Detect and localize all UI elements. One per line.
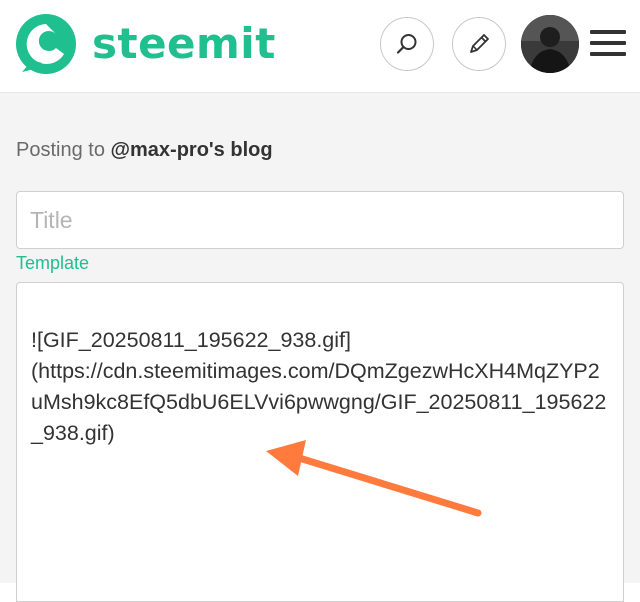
menu-bar [590, 41, 626, 45]
brand-logo[interactable]: steemit [14, 12, 276, 76]
posting-prefix: Posting to [16, 139, 111, 161]
menu-bar [590, 52, 626, 56]
search-button[interactable] [380, 17, 434, 71]
steemit-logo-icon [16, 14, 76, 74]
hamburger-menu-icon[interactable] [590, 30, 626, 58]
title-input[interactable] [16, 191, 624, 249]
avatar-photo [521, 15, 579, 73]
blog-name: @max-pro's blog [110, 139, 273, 161]
search-icon [396, 34, 417, 54]
brand-wordmark: steemit [92, 19, 276, 68]
top-nav-bar: steemit [0, 0, 640, 93]
post-editor-panel: Posting to @max-pro's blog Template ![GI… [0, 93, 640, 602]
menu-bar [590, 30, 626, 34]
body-textarea[interactable]: ![GIF_20250811_195622_938.gif] (https://… [16, 282, 624, 602]
pencil-icon [470, 34, 489, 53]
posting-to-label: Posting to @max-pro's blog [16, 139, 273, 162]
template-link[interactable]: Template [16, 253, 89, 274]
write-post-button[interactable] [452, 17, 506, 71]
user-avatar[interactable] [521, 15, 579, 73]
